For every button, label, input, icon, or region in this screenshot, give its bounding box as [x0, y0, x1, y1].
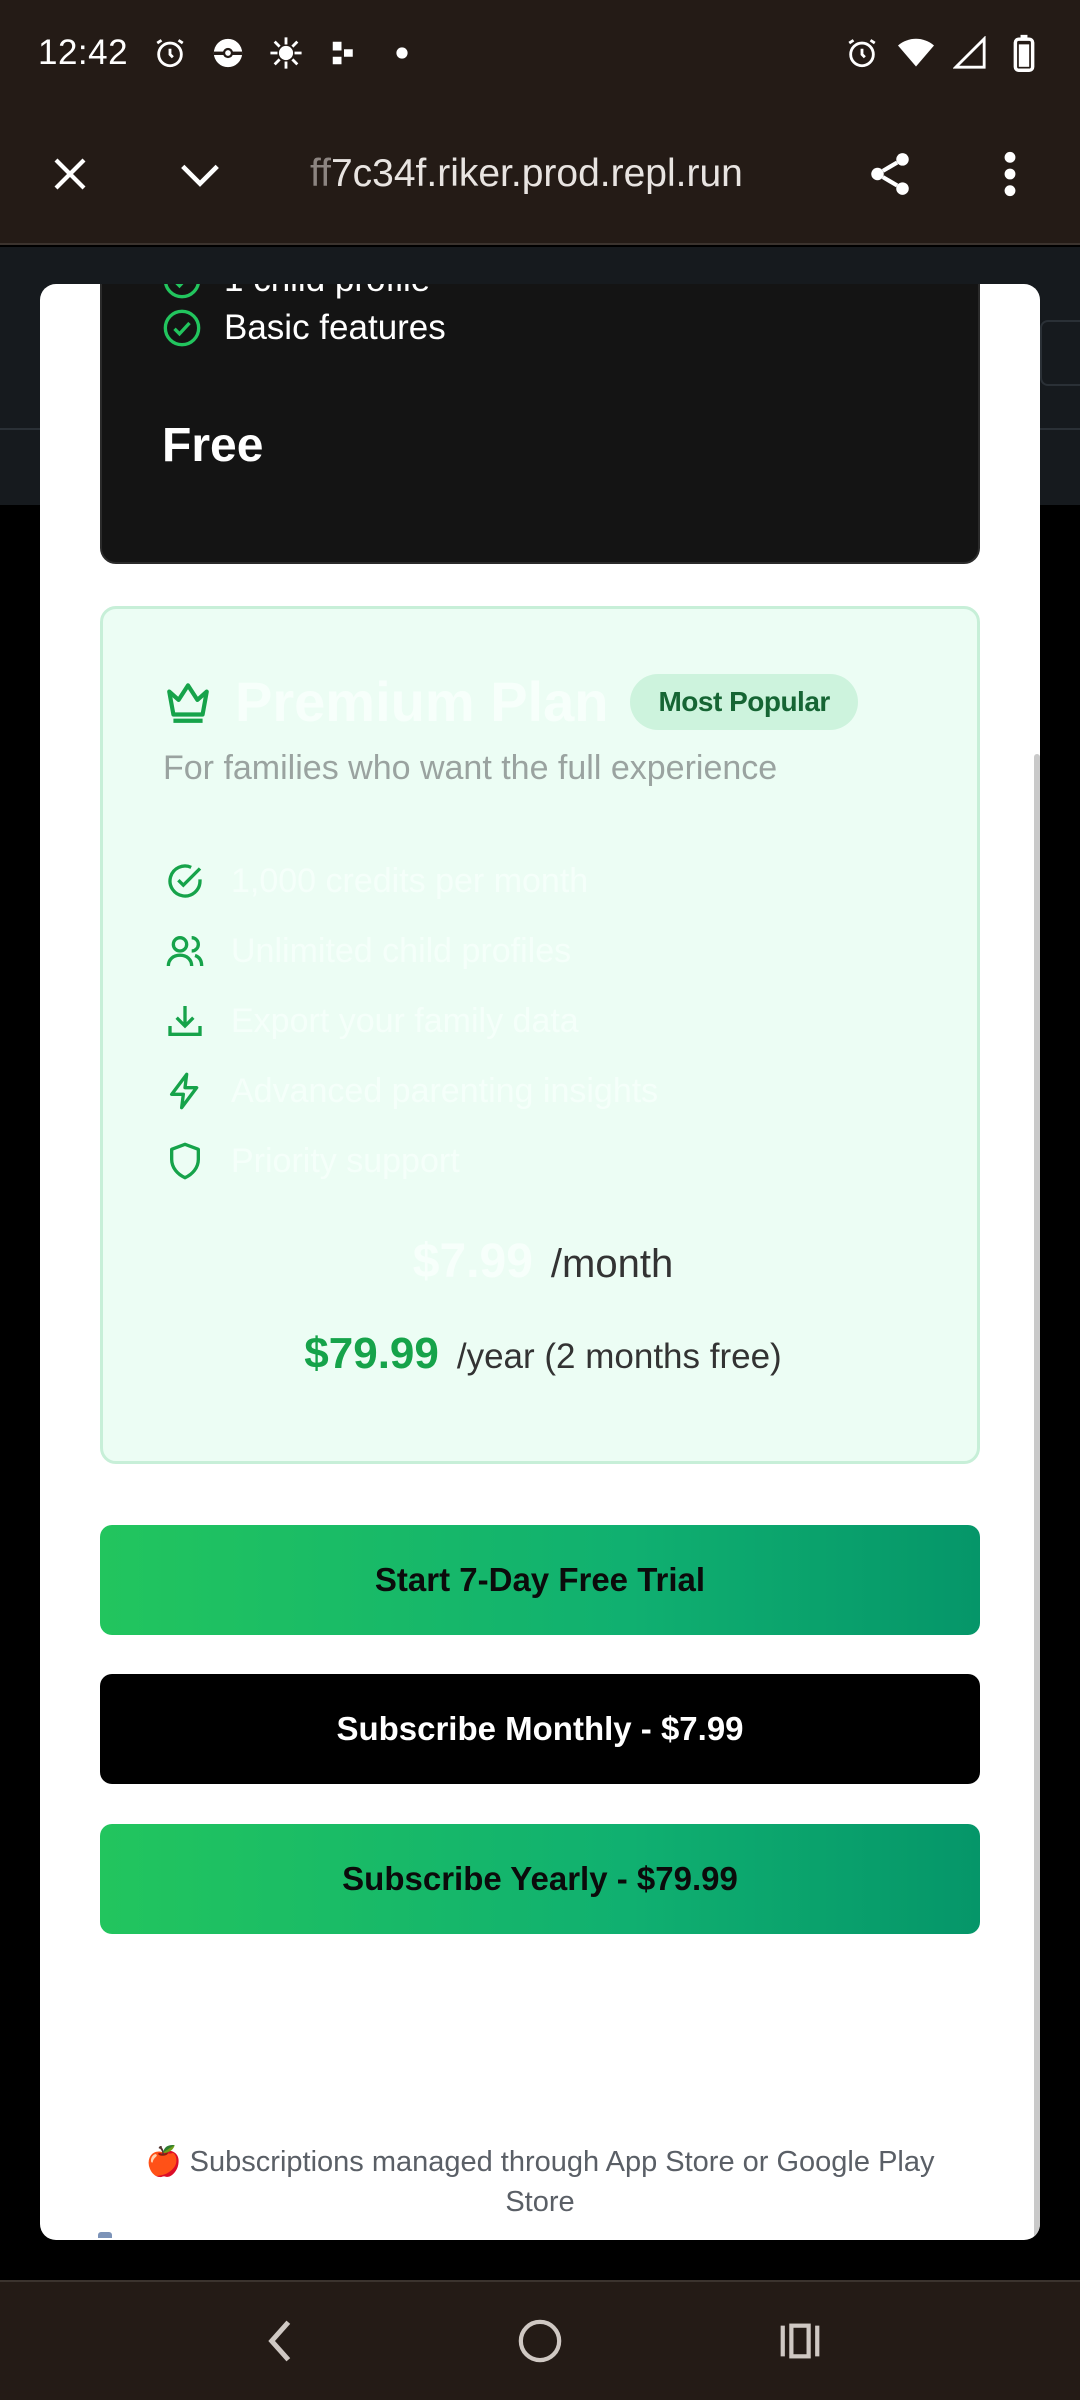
share-icon [871, 153, 909, 195]
back-button[interactable] [240, 2301, 320, 2381]
download-icon [163, 999, 207, 1043]
pokeball-icon [210, 35, 246, 71]
notification-icons [152, 35, 420, 71]
free-feature-label: Basic features [224, 308, 446, 347]
monthly-price-suffix: /month [550, 1242, 674, 1286]
premium-feature-label: Advanced parenting insights [231, 1071, 659, 1110]
share-button[interactable] [860, 144, 920, 204]
url-faded-text: ff [310, 152, 331, 195]
yearly-price-suffix: /year (2 months free) [456, 1337, 782, 1376]
start-trial-button[interactable]: Start 7-Day Free Trial [100, 1525, 980, 1635]
premium-feature-label: Priority support [231, 1141, 460, 1180]
premium-feature-item: Unlimited child profiles [163, 929, 571, 973]
premium-plan-card[interactable]: Premium Plan Most Popular For families w… [100, 606, 980, 1464]
lightning-icon [163, 1069, 207, 1113]
premium-plan-subtitle: For families who want the full experienc… [163, 749, 778, 787]
subscription-note: 🍎 Subscriptions managed through App Stor… [145, 2146, 935, 2218]
menu-button[interactable] [980, 144, 1040, 204]
free-feature-item: Basic features [162, 308, 446, 348]
recents-icon [780, 2323, 820, 2359]
monthly-price-row: $7.99/month [103, 1234, 983, 1289]
subscription-modal: 1 child profile Basic features Free Prem… [40, 284, 1040, 2240]
premium-feature-item: Priority support [163, 1139, 460, 1183]
alarm-icon [152, 35, 188, 71]
yearly-price: $79.99 [304, 1329, 439, 1378]
alarm-icon [844, 35, 880, 71]
app-icon [326, 35, 362, 71]
cut-off-element [98, 2232, 112, 2238]
free-feature-item: 1 child profile [162, 284, 430, 300]
scrollbar[interactable] [1034, 754, 1040, 2240]
url-bar[interactable]: ff7c34f.riker.prod.repl.run [310, 152, 743, 196]
status-bar: 12:42 [0, 0, 1080, 105]
browser-toolbar: ff7c34f.riker.prod.repl.run [0, 105, 1080, 245]
home-icon [518, 2319, 562, 2363]
free-feature-label: 1 child profile [224, 284, 430, 300]
premium-plan-title: Premium Plan [235, 670, 609, 733]
subscribe-monthly-button[interactable]: Subscribe Monthly - $7.99 [100, 1674, 980, 1784]
subscribe-yearly-button[interactable]: Subscribe Yearly - $79.99 [100, 1824, 980, 1934]
dot-icon [384, 35, 420, 71]
back-icon [268, 2320, 291, 2362]
close-tab-button[interactable] [40, 144, 100, 204]
crown-icon [167, 682, 209, 723]
free-plan-card: 1 child profile Basic features Free [100, 284, 980, 564]
premium-feature-item: Export your family data [163, 999, 579, 1043]
premium-feature-item: Advanced parenting insights [163, 1069, 658, 1113]
page-edge-element [1040, 320, 1080, 386]
battery-icon [1006, 34, 1042, 72]
premium-feature-label: 1,000 credits per month [231, 861, 589, 900]
check-circle-icon [163, 859, 207, 903]
users-icon [163, 929, 207, 973]
status-time: 12:42 [38, 32, 129, 72]
premium-title-row: Premium Plan Most Popular [163, 669, 858, 734]
system-icons [844, 34, 1042, 72]
settings-burst-icon [268, 35, 304, 71]
home-button[interactable] [500, 2301, 580, 2381]
system-navigation-bar [0, 2280, 1080, 2400]
monthly-price: $7.99 [412, 1235, 533, 1288]
minimize-button[interactable] [170, 144, 230, 204]
check-circle-icon [164, 284, 200, 299]
premium-feature-label: Unlimited child profiles [231, 931, 572, 970]
close-icon [54, 158, 86, 190]
premium-feature-label: Export your family data [231, 1001, 579, 1040]
chevron-down-icon [181, 164, 219, 187]
check-circle-icon [163, 309, 201, 347]
url-text: 7c34f.riker.prod.repl.run [330, 152, 743, 195]
most-popular-badge: Most Popular [630, 673, 858, 730]
more-vertical-icon [1004, 151, 1016, 197]
wifi-icon [898, 35, 934, 71]
signal-icon [952, 35, 988, 71]
premium-feature-item: 1,000 credits per month [163, 859, 588, 903]
recents-button[interactable] [760, 2301, 840, 2381]
free-price: Free [162, 419, 264, 472]
shield-icon [163, 1139, 207, 1183]
yearly-price-row: $79.99/year (2 months free) [103, 1329, 983, 1379]
